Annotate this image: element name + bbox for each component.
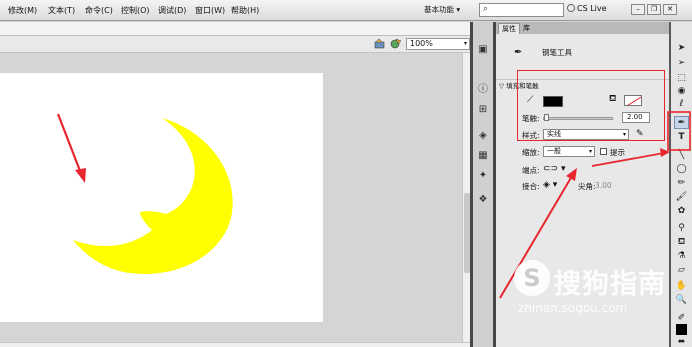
tool-name: 钢笔工具: [542, 48, 572, 57]
cs-live-label: CS Live: [577, 4, 607, 13]
miter-value[interactable]: 3.00: [595, 181, 612, 190]
chevron-down-icon: ▾: [456, 5, 461, 14]
cap-round-icon[interactable]: ⊂⊃ ▾: [543, 164, 565, 174]
workspace-switcher[interactable]: 基本功能 ▾: [424, 4, 470, 17]
watermark-url: zhinan.sogou.com: [518, 301, 628, 315]
swap-colors-icon[interactable]: ⬌: [674, 336, 689, 347]
chevron-down-icon: ▾: [588, 148, 592, 155]
zoom-value: 100%: [410, 39, 433, 48]
3d-rotation-tool-icon[interactable]: ◉: [674, 85, 689, 98]
menu-commands[interactable]: 命令(C): [85, 5, 113, 16]
chevron-down-icon: ▾: [463, 40, 467, 47]
highlight-box-fill-stroke: [517, 70, 665, 141]
bone-tool-icon[interactable]: ⚲: [674, 222, 689, 235]
pen-tool-icon[interactable]: ✒: [674, 116, 689, 129]
zoom-tool-icon[interactable]: 🔍: [674, 294, 689, 307]
edit-scene-icon[interactable]: [374, 38, 386, 49]
cap-label: 端点:: [522, 166, 540, 175]
help-search-input[interactable]: ⌕: [479, 3, 564, 17]
panel-tab-bar: 属性 库: [496, 22, 669, 34]
tab-properties[interactable]: 属性: [498, 23, 520, 34]
restore-button[interactable]: ❐: [647, 4, 661, 15]
menu-modify[interactable]: 修改(M): [8, 5, 37, 16]
minimize-button[interactable]: –: [631, 4, 645, 15]
menu-control[interactable]: 控制(O): [121, 5, 150, 16]
tools-panel: ➤ ➢ ⬚ ◉ ℓ ✒ T ╲ ◯ ✏ 🖌 ✿ ⚲ ⛾ ⚗ ▱ ✋ 🔍 ✐ ⬌: [671, 22, 692, 347]
subselection-tool-icon[interactable]: ➢: [674, 57, 689, 70]
oval-tool-icon[interactable]: ◯: [674, 163, 689, 176]
menu-help[interactable]: 帮助(H): [231, 5, 259, 16]
zoom-select[interactable]: 100% ▾: [406, 38, 470, 50]
tab-library[interactable]: 库: [520, 23, 533, 34]
cs-live-icon: [567, 4, 575, 12]
selection-tool-icon[interactable]: ➤: [674, 42, 689, 55]
brush-tool-icon[interactable]: 🖌: [674, 191, 689, 204]
components-icon[interactable]: ❖: [477, 194, 489, 206]
collapsed-panel-strip: ▣ ⓘ ⊞ ◈ ▦ ✦ ❖: [473, 22, 493, 347]
scale-value: 一般: [547, 147, 561, 155]
deco-tool-icon[interactable]: ✿: [674, 205, 689, 218]
hint-checkbox[interactable]: [600, 148, 607, 155]
lasso-tool-icon[interactable]: ℓ: [674, 98, 689, 111]
scale-label: 缩放:: [522, 148, 540, 157]
scale-select[interactable]: 一般 ▾: [543, 146, 595, 157]
free-transform-tool-icon[interactable]: ⬚: [674, 72, 689, 85]
library-icon[interactable]: ▣: [477, 44, 489, 56]
eyedropper-tool-icon[interactable]: ⚗: [674, 250, 689, 263]
menu-window[interactable]: 窗口(W): [195, 5, 225, 16]
pencil-tool-icon[interactable]: ✏: [674, 177, 689, 190]
sogou-logo: S: [514, 260, 550, 296]
swatches-icon[interactable]: ▦: [477, 150, 489, 162]
hint-label: 提示: [610, 148, 625, 157]
search-icon: ⌕: [483, 4, 489, 14]
paint-bucket-tool-icon[interactable]: ⛾: [674, 236, 689, 249]
miter-label: 尖角:: [578, 182, 596, 191]
info-icon[interactable]: ⓘ: [477, 84, 489, 96]
menu-debug[interactable]: 调试(D): [158, 5, 186, 16]
eraser-tool-icon[interactable]: ▱: [674, 264, 689, 277]
join-label: 接合:: [522, 182, 540, 191]
document-tab-bar: [0, 22, 470, 36]
stage-vertical-scrollbar[interactable]: [462, 53, 470, 342]
edit-symbols-icon[interactable]: [390, 38, 402, 49]
menu-bar: 修改(M) 文本(T) 命令(C) 控制(O) 调试(D) 窗口(W) 帮助(H…: [0, 0, 692, 21]
workspace-label: 基本功能: [424, 5, 454, 14]
stage-horizontal-scrollbar[interactable]: [0, 342, 470, 347]
pen-icon: ✒: [514, 47, 523, 58]
cs-live-button[interactable]: CS Live: [567, 4, 607, 13]
close-button[interactable]: ✕: [663, 4, 677, 15]
text-tool-icon[interactable]: T: [674, 131, 689, 144]
line-tool-icon[interactable]: ╲: [674, 149, 689, 162]
join-round-icon[interactable]: ◈ ▾: [543, 180, 557, 190]
motion-presets-icon[interactable]: ✦: [477, 170, 489, 182]
stage-canvas[interactable]: [0, 73, 323, 322]
hand-tool-icon[interactable]: ✋: [674, 280, 689, 293]
color-icon[interactable]: ◈: [477, 130, 489, 142]
sogou-watermark: S 搜狗指南 zhinan.sogou.com: [514, 260, 674, 320]
menu-text[interactable]: 文本(T): [48, 5, 75, 16]
watermark-name: 搜狗指南: [554, 269, 666, 300]
fill-color-swatch-tool[interactable]: [676, 324, 687, 335]
align-icon[interactable]: ⊞: [477, 104, 489, 116]
